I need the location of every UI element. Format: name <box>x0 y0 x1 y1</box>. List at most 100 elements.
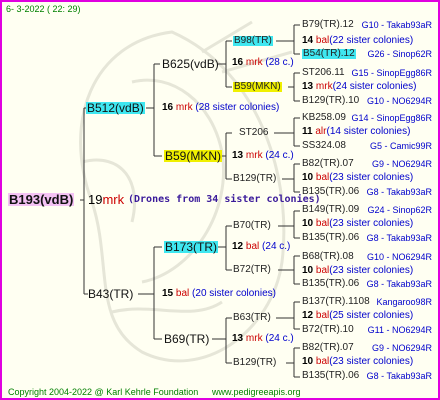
mother-mark: bal <box>175 288 190 299</box>
gen3-a-sisters: (28 c.) <box>265 57 294 68</box>
gen2-b-sister-info: 13 mrk (24 c.) <box>232 151 294 161</box>
gen2-d-sister-info: 13 mrk (24 c.) <box>232 334 294 344</box>
father-sister-info: 16 mrk (28 sister colonies) <box>162 103 279 113</box>
gen4-sisters: (23 sister colonies) <box>329 356 414 367</box>
gen4-origin: G15 - SinopEgg86R <box>351 68 432 78</box>
gen3-a-number: 16 <box>232 57 244 68</box>
mother-queen-id[interactable]: B43(TR) <box>88 288 133 300</box>
father-sisters: (28 sister colonies) <box>195 102 280 113</box>
gen4-queen-id[interactable]: B79(TR).12 <box>302 20 354 30</box>
gen4-mark: alr <box>315 126 327 137</box>
gen4-origin: G10 - NO6294R <box>366 96 432 106</box>
gen2-b-number: 13 <box>232 150 244 161</box>
gen3-a2-id[interactable]: B59(MKN) <box>233 82 282 92</box>
gen4-sister-info: 10 bal(23 sister colonies) <box>302 266 413 276</box>
gen4-origin: G10 - NO6294R <box>366 252 432 262</box>
gen4-queen-id[interactable]: ST206.11 <box>302 68 345 78</box>
mother-sister-info: 15 bal (20 sister colonies) <box>162 289 276 299</box>
gen4-queen-id[interactable]: B149(TR).09 <box>302 205 359 215</box>
gen2-c-id[interactable]: B173(TR) <box>164 241 219 253</box>
gen4-mark: bal <box>315 310 330 321</box>
gen3-a-mark: mrk <box>245 57 263 68</box>
gen4-queen-id[interactable]: B72(TR).10 <box>302 325 354 335</box>
gen3-c1-id[interactable]: B70(TR) <box>233 221 271 231</box>
gen4-queen-id[interactable]: B135(TR).06 <box>302 187 359 197</box>
root-inbreeding-info: 19mrk <box>88 193 124 206</box>
gen2-c-mark: bal <box>245 241 260 252</box>
gen4-origin: G9 - NO6294R <box>371 159 432 169</box>
gen4-sister-info: 14 bal(22 sister colonies) <box>302 36 413 46</box>
gen4-number: 13 <box>302 81 316 92</box>
gen4-mark: bal <box>315 172 330 183</box>
gen4-queen-id[interactable]: B129(TR).10 <box>302 96 359 106</box>
gen4-origin: G8 - Takab93aR <box>366 233 432 243</box>
gen4-origin: Kangaroo98R <box>376 297 432 307</box>
gen2-b-sisters: (24 c.) <box>265 150 294 161</box>
gen4-mark: mrk <box>315 81 333 92</box>
mother-number: 15 <box>162 288 174 299</box>
gen2-d-mark: mrk <box>245 333 263 344</box>
gen4-number: 10 <box>302 356 316 367</box>
gen4-sisters: (23 sister colonies) <box>329 218 414 229</box>
gen4-sister-info: 13 mrk(24 sister colonies) <box>302 82 417 92</box>
gen2-c-sisters: (24 c.) <box>262 241 291 252</box>
gen4-queen-id[interactable]: B54(TR).12 <box>302 49 356 59</box>
gen4-queen-id[interactable]: B82(TR).07 <box>302 343 354 353</box>
gen4-queen-id[interactable]: B137(TR).1108 <box>302 297 370 307</box>
gen4-number: 10 <box>302 265 316 276</box>
gen4-number: 11 <box>302 126 316 137</box>
copyright-text: Copyright 2004-2022 @ Karl Kehrle Founda… <box>8 387 199 397</box>
gen4-sister-info: 10 bal(23 sister colonies) <box>302 357 413 367</box>
gen4-origin: G26 - Sinop62R <box>367 49 432 59</box>
gen3-c2-id[interactable]: B72(TR) <box>233 265 271 275</box>
gen4-origin: G8 - Takab93aR <box>366 187 432 197</box>
gen4-origin: G9 - NO6294R <box>371 343 432 353</box>
gen2-c-sister-info: 12 bal (24 c.) <box>232 242 290 252</box>
gen4-origin: G14 - SinopEgg86R <box>351 113 432 123</box>
gen4-origin: G10 - Takab93aR <box>361 20 432 30</box>
gen4-mark: bal <box>315 265 330 276</box>
gen4-queen-id[interactable]: B135(TR).06 <box>302 371 359 381</box>
gen4-number: 12 <box>302 310 316 321</box>
gen4-origin: G8 - Takab93aR <box>366 279 432 289</box>
drones-info: (Drones from 34 sister colonies) <box>128 194 321 205</box>
root-queen-id[interactable]: B193(vdB) <box>8 193 75 206</box>
father-queen-id[interactable]: B512(vdB) <box>86 102 145 114</box>
gen4-origin: G8 - Takab93aR <box>366 371 432 381</box>
gen4-origin: G11 - NO6294R <box>367 325 432 335</box>
pedigree-page: { "header": { "date": "6- 3-2022 ( 22: 2… <box>0 0 440 400</box>
gen4-mark: bal <box>315 356 330 367</box>
gen4-queen-id[interactable]: SS324.08 <box>302 141 346 151</box>
gen3-a1-id[interactable]: B98(TR) <box>233 36 273 46</box>
gen4-origin: G5 - Camic99R <box>369 141 432 151</box>
gen2-d-sisters: (24 c.) <box>265 333 294 344</box>
gen4-sisters: (14 sister colonies) <box>326 126 411 137</box>
gen4-queen-id[interactable]: B82(TR).07 <box>302 159 354 169</box>
gen4-queen-id[interactable]: B68(TR).08 <box>302 252 354 262</box>
gen4-sisters: (25 sister colonies) <box>329 310 414 321</box>
gen3-d2-id[interactable]: B129(TR) <box>233 358 276 368</box>
root-mark: mrk <box>102 192 125 207</box>
root-number: 19 <box>88 192 103 207</box>
site-link[interactable]: www.pedigreeapis.org <box>212 388 301 397</box>
gen3-b2-id[interactable]: B129(TR) <box>233 174 276 184</box>
gen4-queen-id[interactable]: B135(TR).06 <box>302 279 359 289</box>
gen2-d-id[interactable]: B69(TR) <box>164 333 209 345</box>
gen4-sister-info: 10 bal(23 sister colonies) <box>302 219 413 229</box>
gen2-a-id[interactable]: B625(vdB) <box>162 58 219 70</box>
gen3-b1-id[interactable]: ST206 <box>239 128 268 138</box>
gen4-sister-info: 10 bal(23 sister colonies) <box>302 173 413 183</box>
gen2-b-mark: mrk <box>245 150 263 161</box>
report-date: 6- 3-2022 ( 22: 29) <box>6 4 81 14</box>
gen4-sisters: (24 sister colonies) <box>332 81 417 92</box>
gen4-sisters: (23 sister colonies) <box>329 172 414 183</box>
gen3-a-sister-info: 16 mrk (28 c.) <box>232 58 294 68</box>
gen2-c-number: 12 <box>232 241 244 252</box>
gen4-sisters: (22 sister colonies) <box>329 35 414 46</box>
gen4-queen-id[interactable]: B135(TR).06 <box>302 233 359 243</box>
gen2-b-id[interactable]: B59(MKN) <box>164 150 223 162</box>
gen4-queen-id[interactable]: KB258.09 <box>302 113 346 123</box>
gen3-d1-id[interactable]: B63(TR) <box>233 313 271 323</box>
gen4-mark: bal <box>315 218 330 229</box>
gen4-number: 10 <box>302 172 316 183</box>
